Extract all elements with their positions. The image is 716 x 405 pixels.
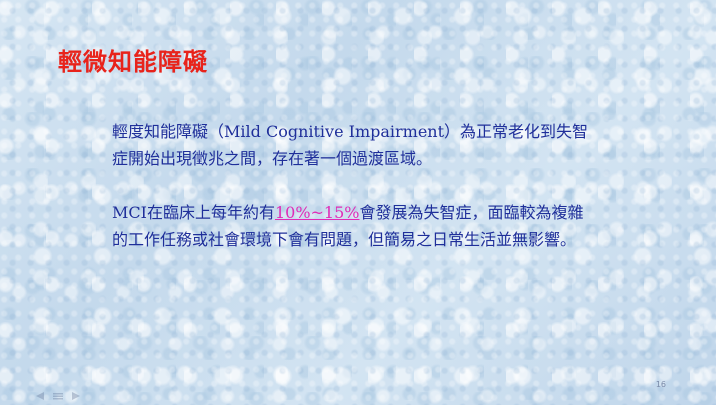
triangle-right-icon[interactable]: [70, 387, 82, 400]
paragraph-mci-text-before: MCI在臨床上每年約有: [112, 203, 275, 222]
paragraph-definition: 輕度知能障礙（Mild Cognitive Impairment）為正常老化到失…: [112, 122, 589, 168]
percentage-highlight: 10%~15%: [274, 203, 360, 222]
paragraph-mci-statistics: MCI在臨床上每年約有10%~15%會發展為失智症，面臨較為複雜的工作任務或社會…: [112, 199, 592, 253]
page-number: 16: [655, 380, 666, 389]
slide-body: 輕度知能障礙（Mild Cognitive Impairment）為正常老化到失…: [112, 118, 592, 280]
menu-icon[interactable]: [52, 387, 64, 400]
slide-title: 輕微知能障礙: [58, 47, 208, 76]
slide: 輕微知能障礙 輕度知能障礙（Mild Cognitive Impairment）…: [0, 0, 716, 405]
triangle-left-icon[interactable]: [34, 387, 46, 400]
slide-nav-controls: [34, 387, 82, 400]
